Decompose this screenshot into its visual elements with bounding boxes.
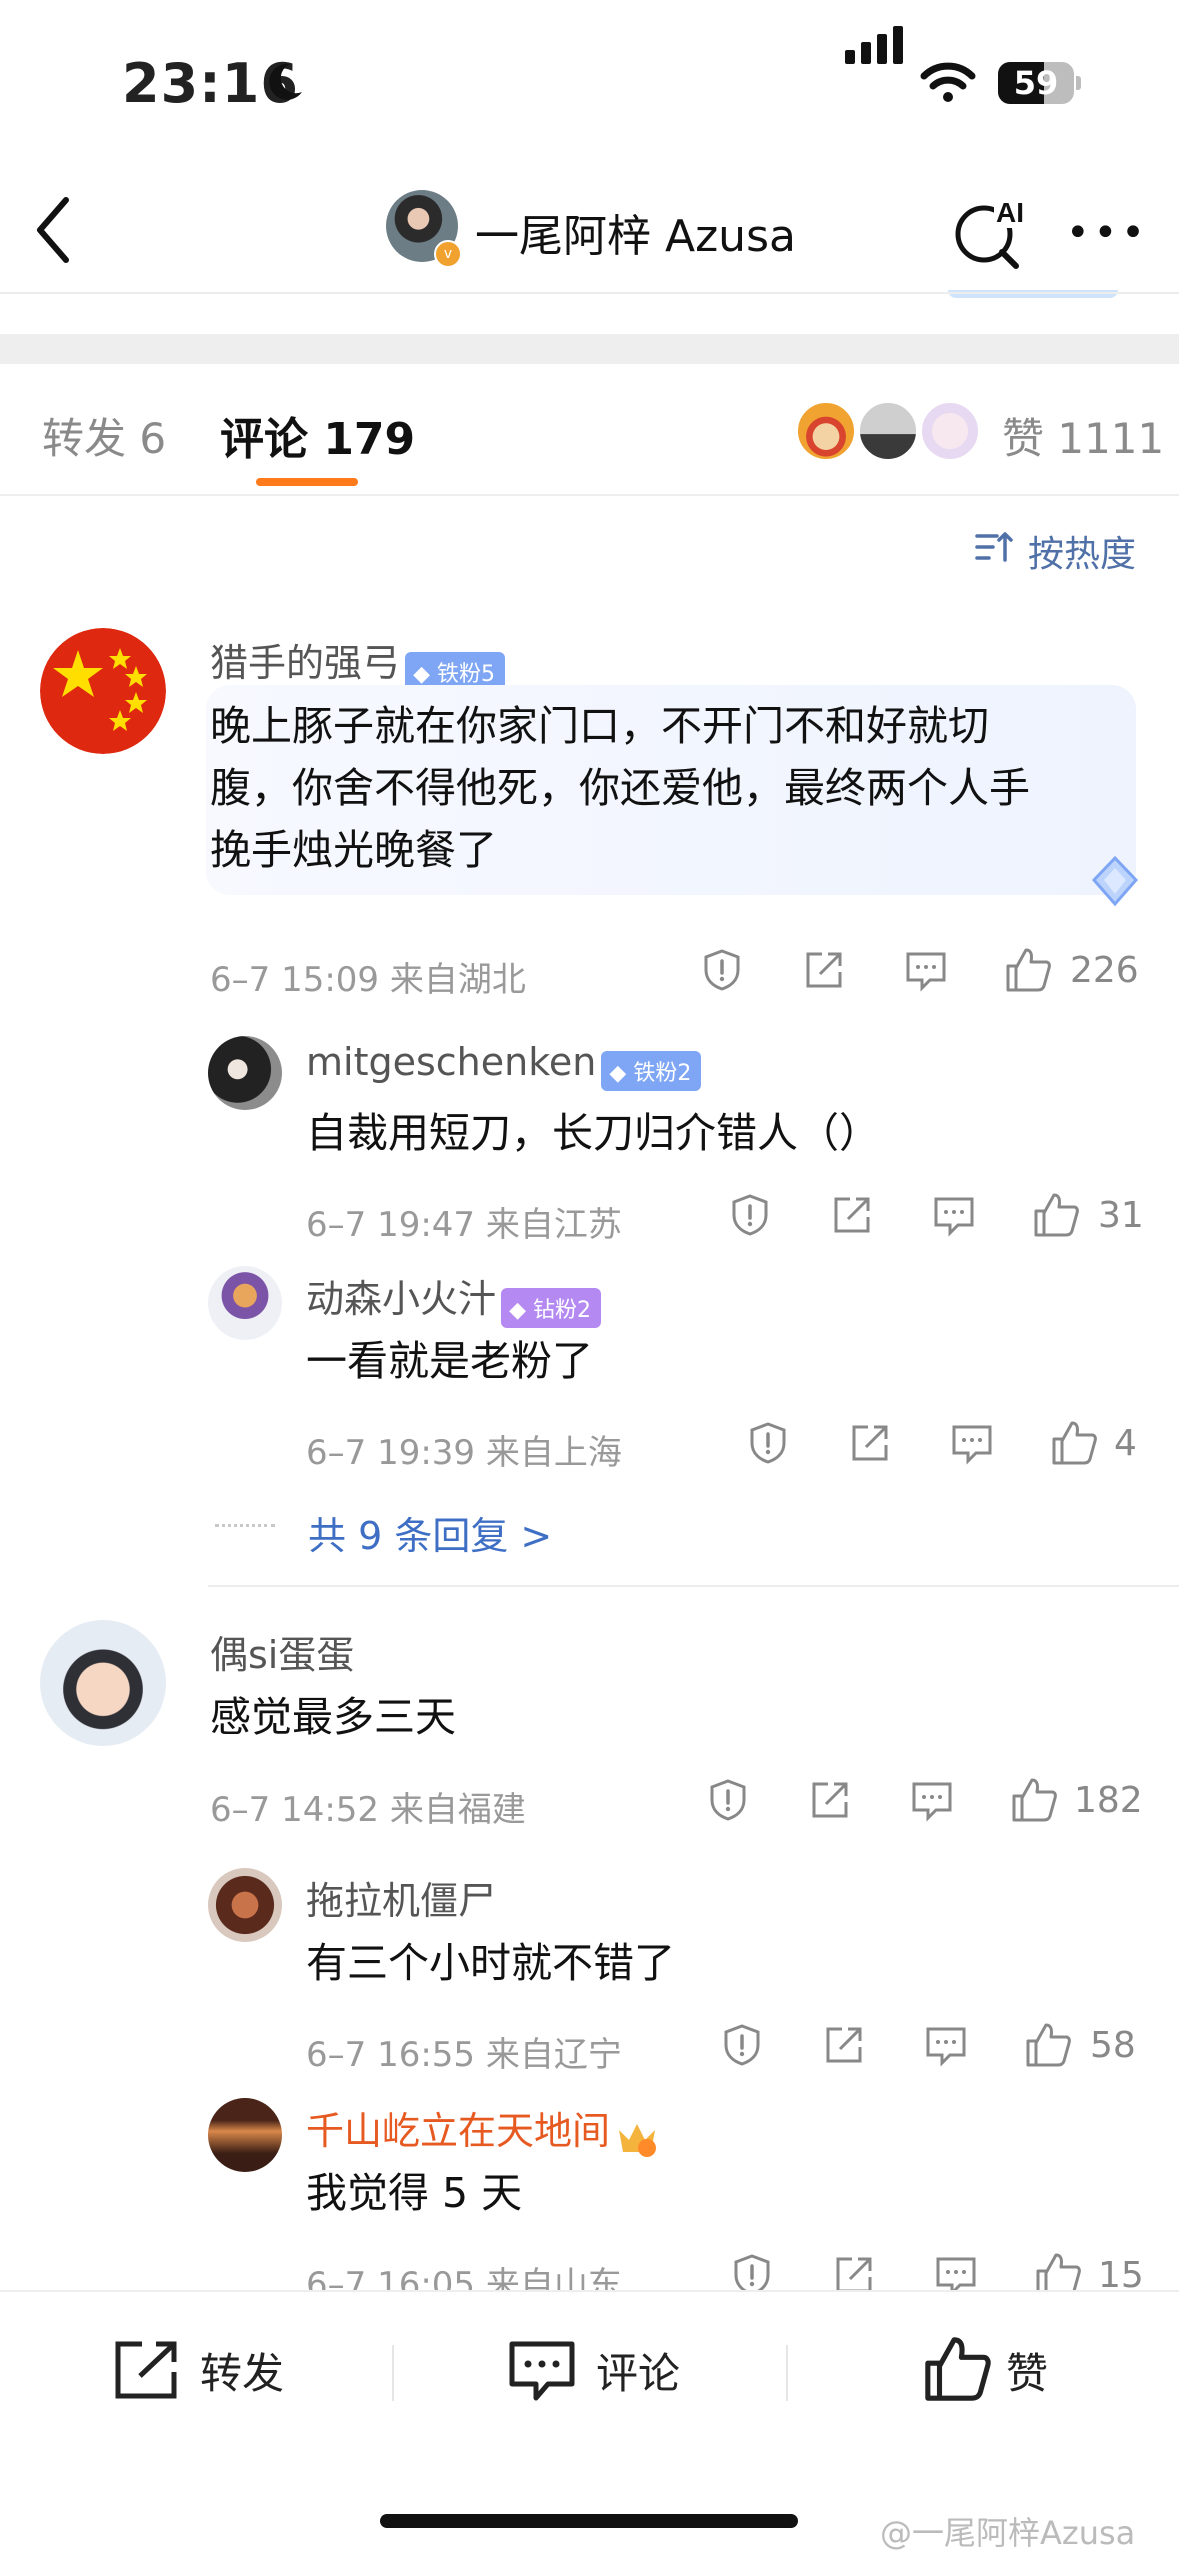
report-icon[interactable]	[700, 948, 744, 992]
tab-repost[interactable]: 转发 6	[42, 405, 166, 466]
page-title[interactable]: 一尾阿梓 Azusa	[475, 200, 796, 264]
reply-icon[interactable]	[910, 1778, 954, 1822]
sort-by-hot[interactable]: 按热度	[1028, 525, 1136, 577]
moon-icon	[269, 63, 302, 100]
share-icon[interactable]	[822, 2023, 866, 2067]
share-icon[interactable]	[808, 1778, 852, 1822]
commenter-name[interactable]: 偶si蛋蛋	[210, 1624, 354, 1679]
reply-icon[interactable]	[904, 948, 948, 992]
replier-avatar[interactable]	[208, 2098, 282, 2172]
fan-badge: ◆ 钻粉2	[501, 1287, 602, 1328]
comment-icon[interactable]	[508, 2338, 576, 2404]
repost-button[interactable]: 转发	[200, 2340, 284, 2401]
watermark: @一尾阿梓Azusa	[880, 2514, 1136, 2552]
reply-meta: 6–7 16:55 来自辽宁	[306, 2035, 622, 2075]
like-icon[interactable]	[1024, 2021, 1072, 2069]
like-count: 58	[1090, 2025, 1136, 2066]
replier-avatar[interactable]	[208, 1868, 282, 1942]
section-separator	[0, 334, 1179, 364]
reply-text[interactable]: 自裁用短刀，长刀归介错人（）	[306, 1102, 880, 1164]
share-icon[interactable]	[848, 1421, 892, 1465]
reply-icon[interactable]	[932, 1193, 976, 1237]
report-icon[interactable]	[746, 1421, 790, 1465]
reply-text[interactable]: 一看就是老粉了	[306, 1330, 593, 1392]
reply-header: 动森小火汁 ◆ 钻粉2	[306, 1268, 602, 1328]
comment-text[interactable]: 晚上豚子就在你家门口，不开门不和好就切 腹，你舍不得他死，你还爱他，最终两个人手…	[210, 695, 1030, 881]
commenter-name[interactable]: 猎手的强弓	[210, 641, 400, 685]
diamond-decoration-icon	[1091, 855, 1139, 907]
report-icon[interactable]	[720, 2023, 764, 2067]
reply-icon[interactable]	[924, 2023, 968, 2067]
sort-icon[interactable]	[975, 530, 1015, 564]
crown-badge-icon	[619, 2123, 657, 2157]
replier-name[interactable]: 千山屹立在天地间	[306, 2109, 610, 2153]
replier-name[interactable]: 动森小火汁	[306, 1277, 496, 1321]
verified-badge-icon: v	[434, 240, 462, 268]
comment-divider	[208, 1585, 1179, 1587]
comment-text[interactable]: 感觉最多三天	[210, 1686, 456, 1748]
share-icon[interactable]	[830, 1193, 874, 1237]
replier-name[interactable]: mitgeschenken	[306, 1040, 596, 1084]
more-options-icon[interactable]: •••	[1066, 210, 1149, 256]
comment-header: 猎手的强弓 ◆ 铁粉5	[210, 632, 506, 692]
header-divider	[0, 292, 1179, 294]
replier-avatar[interactable]	[208, 1036, 282, 1110]
share-icon[interactable]	[802, 948, 846, 992]
like-icon[interactable]	[1050, 1419, 1098, 1467]
report-icon[interactable]	[728, 1193, 772, 1237]
like-count: 226	[1070, 950, 1139, 991]
battery-icon: 59	[998, 62, 1074, 104]
reply-header: mitgeschenken ◆ 铁粉2	[306, 1040, 702, 1091]
comment-meta: 6–7 14:52 来自福建	[210, 1790, 526, 1830]
view-more-replies[interactable]: 共 9 条回复 >	[308, 1505, 552, 1560]
home-indicator[interactable]	[380, 2514, 798, 2528]
svg-text:AI: AI	[996, 197, 1024, 228]
like-button[interactable]: 赞	[1006, 2340, 1048, 2401]
reply-text[interactable]: 有三个小时就不错了	[306, 1932, 675, 1994]
comment-button[interactable]: 评论	[596, 2340, 680, 2401]
comment-meta: 6–7 15:09 来自湖北	[210, 960, 526, 1000]
reply-meta: 6–7 19:39 来自上海	[306, 1433, 622, 1473]
replier-avatar[interactable]	[208, 1266, 282, 1340]
like-icon[interactable]	[1032, 1191, 1080, 1239]
reply-text[interactable]: 我觉得 5 天	[306, 2162, 522, 2224]
ai-search-icon[interactable]: AI	[950, 190, 1030, 270]
bar-separator	[786, 2345, 788, 2401]
active-tab-indicator	[256, 478, 358, 486]
reply-icon[interactable]	[950, 1421, 994, 1465]
like-count: 31	[1098, 1195, 1144, 1236]
reply-header: 千山屹立在天地间	[306, 2100, 659, 2160]
back-button[interactable]	[30, 190, 80, 270]
like-icon[interactable]	[1004, 946, 1052, 994]
commenter-avatar[interactable]	[40, 628, 166, 754]
like-button-icon[interactable]	[922, 2334, 992, 2404]
tab-likes[interactable]: 赞 1111	[1002, 405, 1164, 466]
reply-meta: 6–7 19:47 来自江苏	[306, 1205, 622, 1245]
commenter-avatar[interactable]	[40, 1620, 166, 1746]
like-count: 182	[1074, 1780, 1143, 1821]
fan-badge: ◆ 铁粉2	[601, 1050, 702, 1091]
like-count: 4	[1114, 1423, 1137, 1464]
repost-icon[interactable]	[112, 2338, 180, 2402]
replies-dots	[215, 1524, 275, 1527]
bar-separator	[392, 2345, 394, 2401]
replier-name[interactable]: 拖拉机僵尸	[306, 1870, 496, 1925]
tab-comments[interactable]: 评论 179	[220, 403, 415, 467]
like-icon[interactable]	[1010, 1776, 1058, 1824]
report-icon[interactable]	[706, 1778, 750, 1822]
battery-tip	[1076, 76, 1081, 90]
tabs-divider	[0, 494, 1179, 496]
wifi-icon	[920, 62, 976, 102]
